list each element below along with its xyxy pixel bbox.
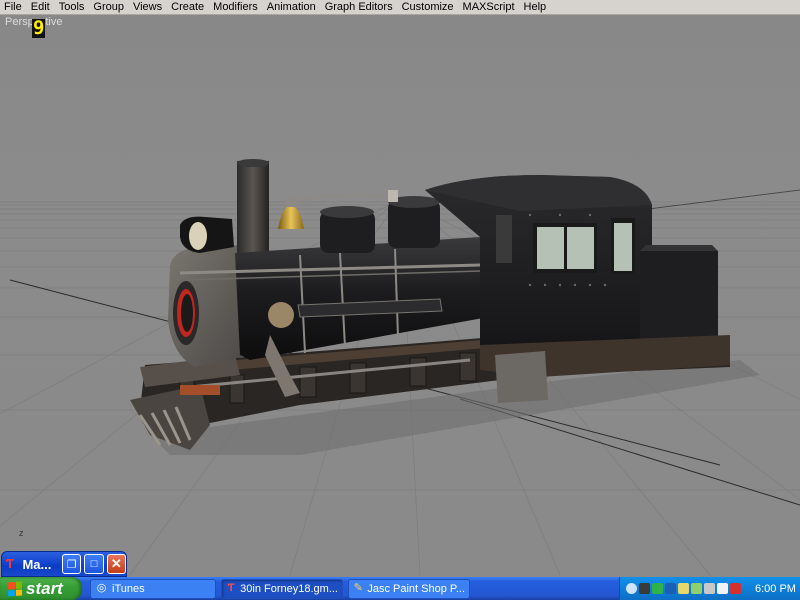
task-3ds-max[interactable]: Ƭ 30in Forney18.gm...	[221, 578, 343, 599]
menu-file[interactable]: File	[0, 0, 27, 14]
tray-icon-1[interactable]	[626, 583, 637, 594]
menu-group[interactable]: Group	[89, 0, 129, 14]
viewport-scene	[0, 159, 800, 575]
minimized-window[interactable]: Ƭ Ma... ❐ □ ✕	[1, 551, 127, 577]
task-label: iTunes	[112, 582, 145, 595]
menu-views[interactable]: Views	[129, 0, 167, 14]
tray-icon-6[interactable]	[691, 583, 702, 594]
locomotive-model	[130, 159, 760, 455]
clock[interactable]: 6:00 PM	[755, 583, 796, 595]
menu-create[interactable]: Create	[167, 0, 209, 14]
axis-tripod-z-label: z	[19, 528, 24, 538]
task-label: Jasc Paint Shop P...	[367, 582, 465, 595]
perspective-viewport[interactable]: Perspective 9 z	[0, 15, 800, 575]
menu-animation[interactable]: Animation	[263, 0, 321, 14]
taskbar: start ◎ iTunes Ƭ 30in Forney18.gm... ✎ J…	[0, 577, 800, 600]
start-button[interactable]: start	[0, 577, 82, 600]
restore-icon[interactable]: ❐	[62, 554, 82, 574]
tray-icon-7[interactable]	[704, 583, 715, 594]
start-label: start	[26, 578, 63, 598]
menu-modifiers[interactable]: Modifiers	[209, 0, 263, 14]
tray-icon-8[interactable]	[717, 583, 728, 594]
menu-customize[interactable]: Customize	[398, 0, 459, 14]
task-itunes[interactable]: ◎ iTunes	[90, 578, 216, 599]
tray-icon-5[interactable]	[678, 583, 689, 594]
menu-help[interactable]: Help	[520, 0, 552, 14]
tray-icon-4[interactable]	[665, 583, 676, 594]
menu-tools[interactable]: Tools	[55, 0, 90, 14]
paint-shop-icon: ✎	[353, 582, 363, 594]
tray-icon-3[interactable]	[652, 583, 663, 594]
system-tray: 6:00 PM	[619, 577, 800, 600]
close-icon[interactable]: ✕	[106, 554, 127, 574]
menu-graph-editors[interactable]: Graph Editors	[321, 0, 398, 14]
3ds-max-icon: Ƭ	[6, 556, 14, 571]
tray-icon-9[interactable]	[730, 583, 741, 594]
windows-flag-icon	[8, 581, 22, 596]
maximize-icon[interactable]: □	[84, 554, 104, 574]
menu-maxscript[interactable]: MAXScript	[459, 0, 520, 14]
3ds-max-icon: Ƭ	[227, 582, 235, 594]
task-label: 30in Forney18.gm...	[240, 582, 338, 595]
minimized-window-title: Ma...	[22, 556, 52, 572]
task-paint-shop[interactable]: ✎ Jasc Paint Shop P...	[348, 578, 470, 599]
viewport-counter: 9	[32, 17, 46, 39]
menu-edit[interactable]: Edit	[27, 0, 55, 14]
itunes-icon: ◎	[96, 582, 107, 594]
tray-icon-2[interactable]	[639, 583, 650, 594]
menu-bar: File Edit Tools Group Views Create Modif…	[0, 0, 800, 15]
